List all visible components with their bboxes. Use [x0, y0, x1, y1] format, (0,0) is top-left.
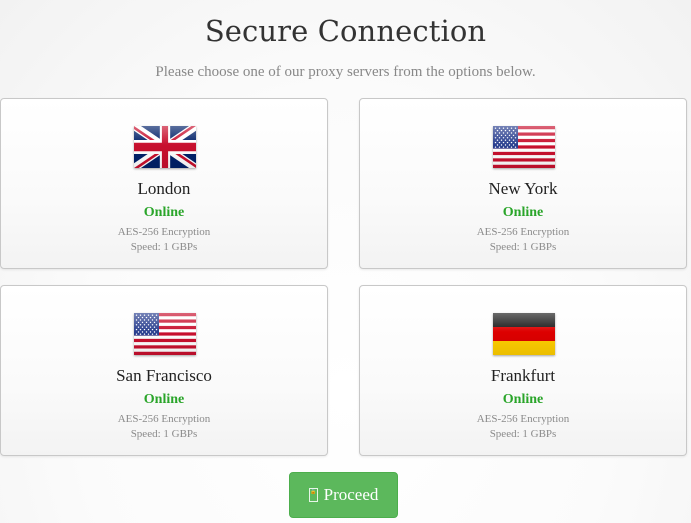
server-card-london[interactable]: London Online AES-256 Encryption Speed: … [0, 98, 328, 269]
page-title: Secure Connection [204, 14, 487, 48]
us-flag-icon [493, 126, 555, 168]
server-card-new-york[interactable]: New York Online AES-256 Encryption Speed… [359, 98, 687, 269]
server-encryption: AES-256 Encryption [117, 413, 211, 425]
server-city: Frankfurt [490, 366, 556, 385]
server-city: New York [488, 179, 558, 198]
server-speed: Speed: 1 GBPs [489, 428, 557, 440]
server-speed: Speed: 1 GBPs [489, 241, 557, 253]
server-status: Online [143, 392, 185, 407]
server-speed: Speed: 1 GBPs [130, 428, 198, 440]
uk-flag-icon [134, 126, 196, 168]
server-city: San Francisco [116, 366, 212, 385]
proceed-button[interactable]: 🔒 Proceed [289, 472, 398, 518]
server-status: Online [143, 205, 185, 220]
proceed-icon: 🔒 [308, 488, 318, 502]
us-flag-icon [134, 313, 196, 355]
server-card-san-francisco[interactable]: San Francisco Online AES-256 Encryption … [0, 285, 328, 456]
server-encryption: AES-256 Encryption [476, 226, 570, 238]
proceed-label: Proceed [323, 485, 379, 504]
server-encryption: AES-256 Encryption [476, 413, 570, 425]
server-status: Online [502, 205, 544, 220]
server-card-frankfurt[interactable]: Frankfurt Online AES-256 Encryption Spee… [359, 285, 687, 456]
server-status: Online [502, 392, 544, 407]
server-encryption: AES-256 Encryption [117, 226, 211, 238]
server-city: London [137, 179, 191, 198]
page: Secure Connection Please choose one of o… [0, 0, 691, 523]
server-speed: Speed: 1 GBPs [130, 241, 198, 253]
page-subtitle: Please choose one of our proxy servers f… [155, 64, 536, 80]
germany-flag-icon [493, 313, 555, 355]
